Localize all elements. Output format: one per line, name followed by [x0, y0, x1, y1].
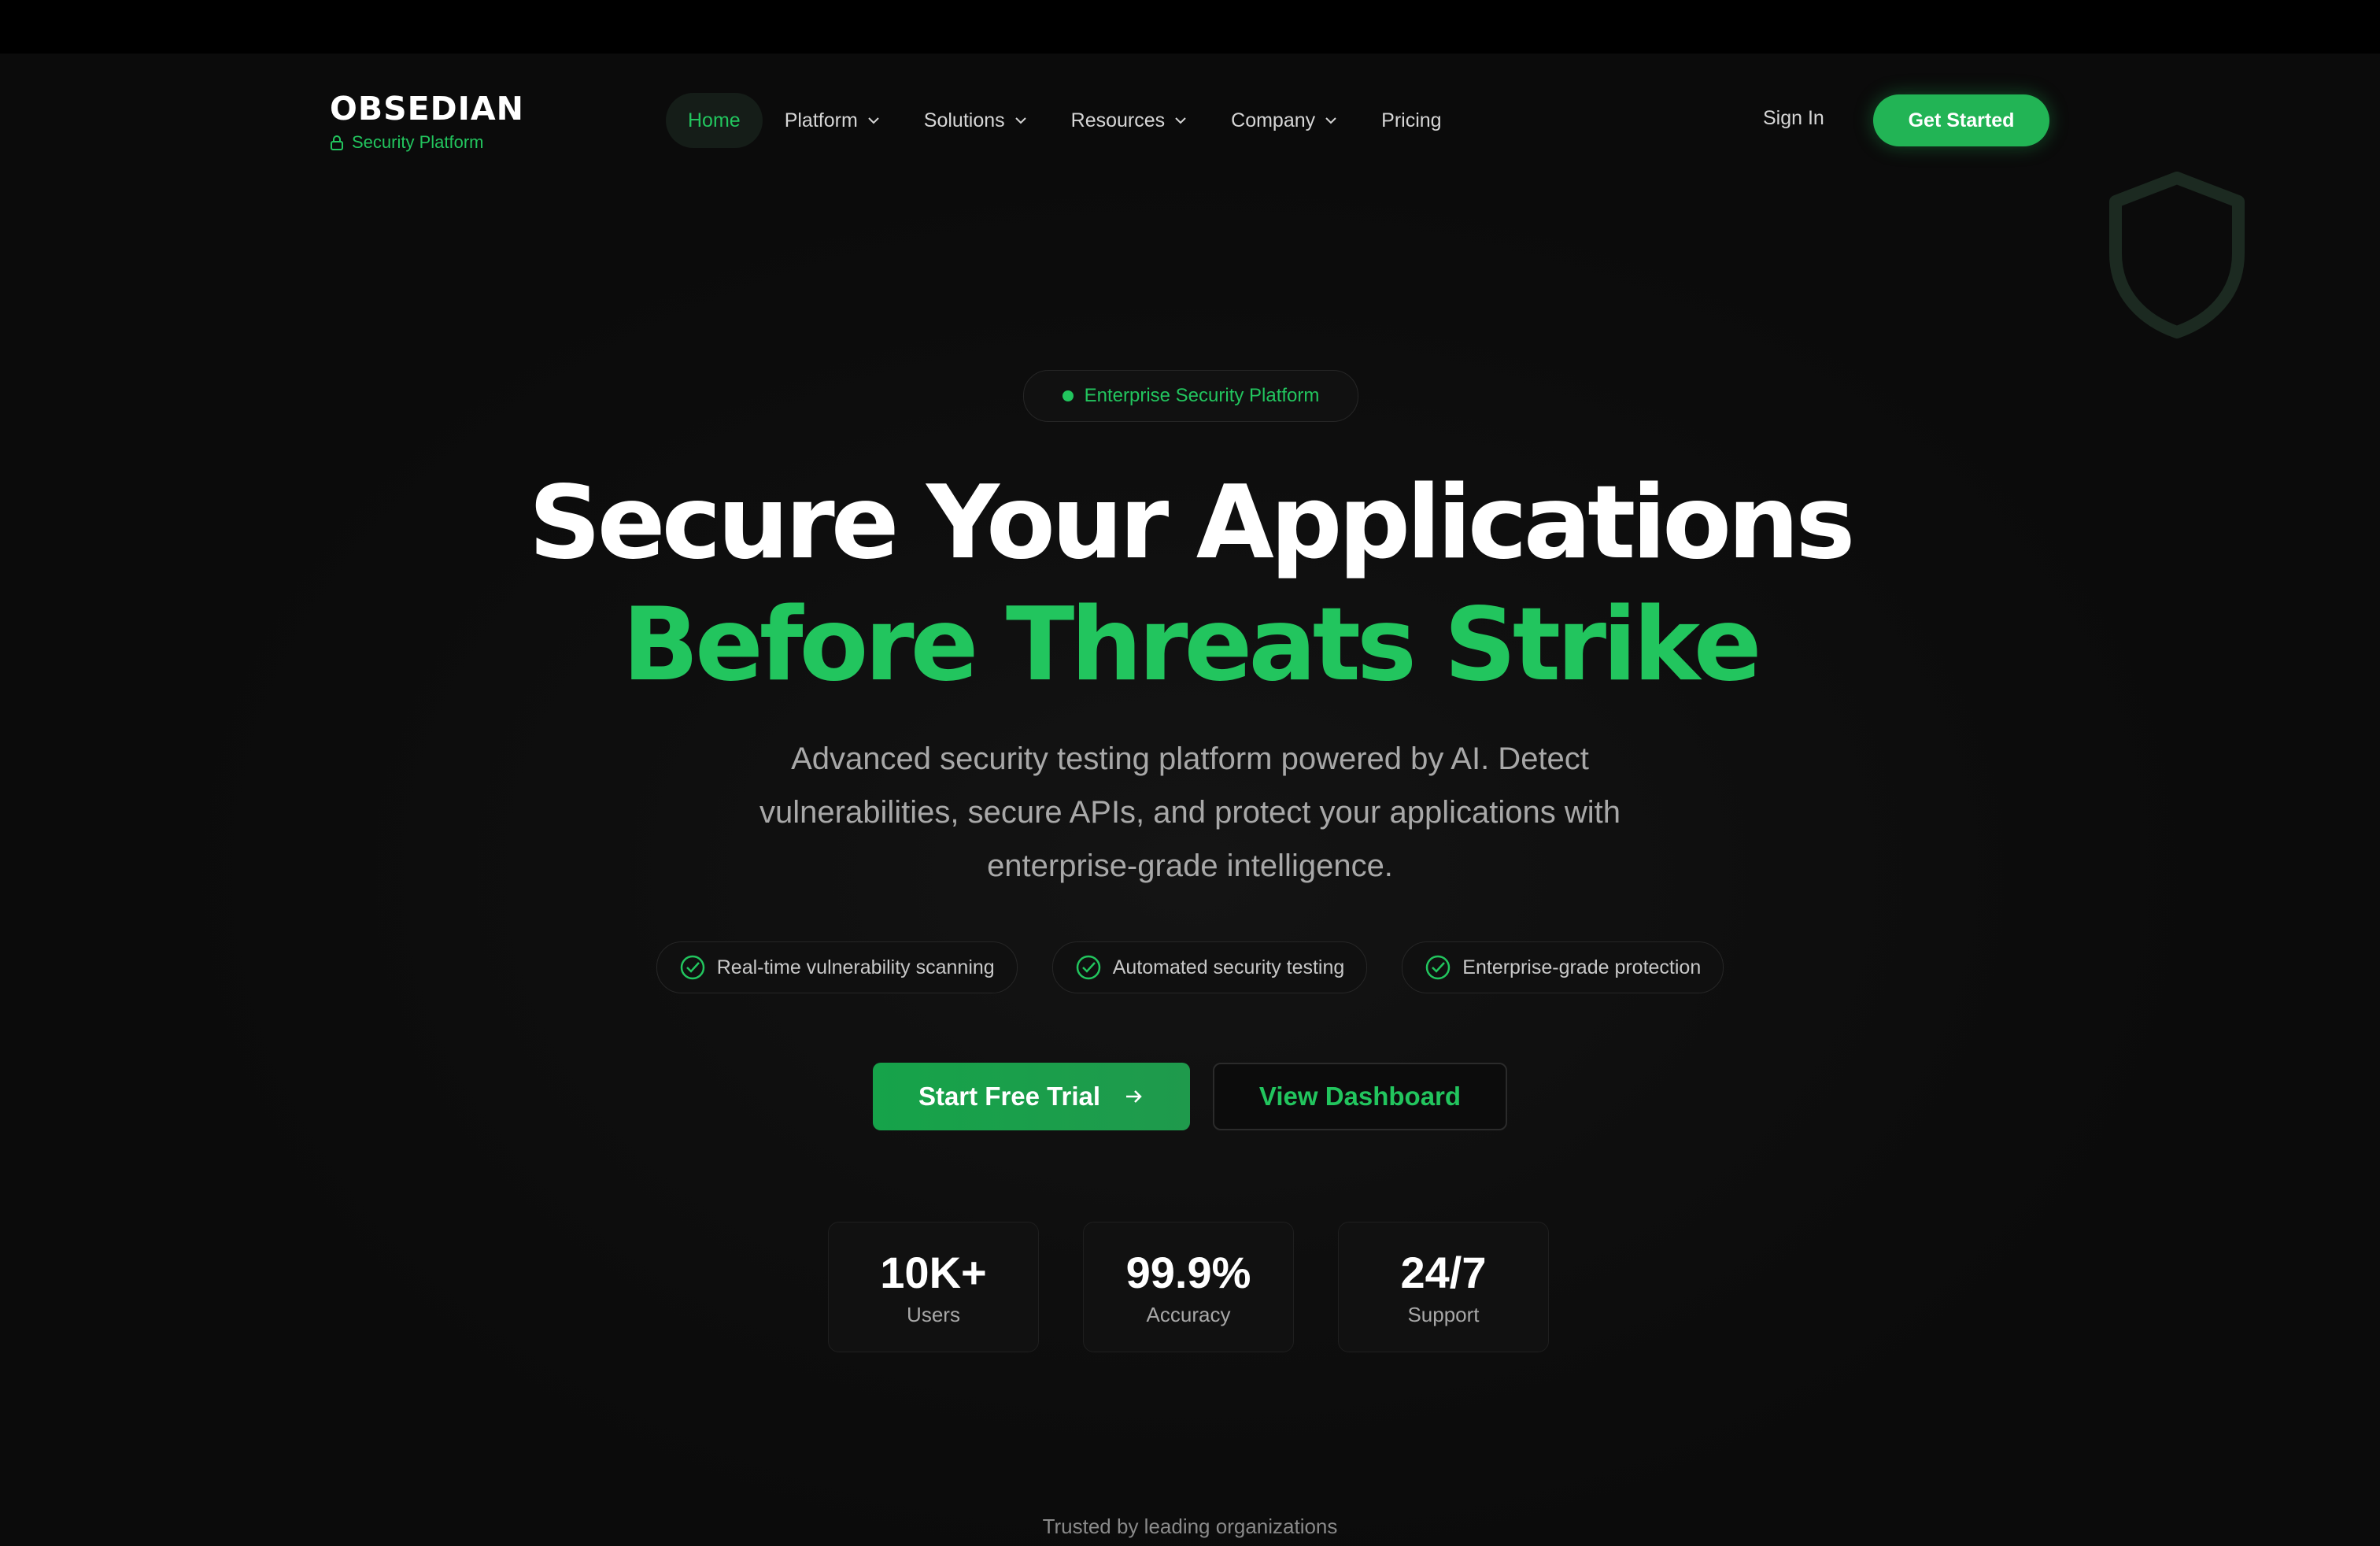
start-free-trial-button[interactable]: Start Free Trial: [873, 1063, 1190, 1130]
check-circle-icon: [1076, 955, 1100, 980]
nav-item-home[interactable]: Home: [666, 93, 763, 148]
brand-logo[interactable]: OBSEDIAN Security Platform: [330, 91, 524, 153]
feature-chip: Automated security testing: [1051, 941, 1368, 993]
stat-card: 99.9% Accuracy: [1083, 1222, 1294, 1352]
feature-chip: Real-time vulnerability scanning: [656, 941, 1018, 993]
stat-card: 10K+ Users: [828, 1222, 1039, 1352]
stat-label: Users: [907, 1302, 960, 1326]
hero-headline-line2: Before Threats Strike: [622, 586, 1761, 704]
chevron-down-icon: [1014, 117, 1026, 124]
brand-tagline-row: Security Platform: [330, 132, 524, 153]
browser-top-bar: [0, 0, 2380, 54]
nav-item-label: Home: [688, 109, 741, 131]
nav-item-platform[interactable]: Platform: [763, 93, 902, 148]
chevron-down-icon: [868, 117, 879, 124]
feature-chip: Enterprise-grade protection: [1402, 941, 1724, 993]
chevron-down-icon: [1175, 117, 1186, 124]
stat-label: Support: [1407, 1302, 1480, 1326]
nav-item-label: Company: [1231, 109, 1316, 131]
nav-item-pricing[interactable]: Pricing: [1359, 93, 1463, 148]
nav-item-solutions[interactable]: Solutions: [902, 93, 1049, 148]
check-circle-icon: [1426, 955, 1451, 980]
stat-value: 99.9%: [1125, 1247, 1251, 1297]
nav-item-resources[interactable]: Resources: [1049, 93, 1210, 148]
hero-badge: Enterprise Security Platform: [1023, 370, 1358, 422]
main-nav: Home Platform Solutions Resources Compan…: [666, 93, 1464, 148]
hero-subtext: Advanced security testing platform power…: [759, 742, 1621, 883]
start-free-trial-label: Start Free Trial: [918, 1082, 1101, 1111]
shield-icon: [2109, 172, 2245, 338]
hero-badge-label: Enterprise Security Platform: [1084, 385, 1320, 406]
check-circle-icon: [680, 955, 704, 980]
stat-value: 24/7: [1400, 1247, 1487, 1297]
nav-item-label: Platform: [784, 109, 858, 131]
feature-label: Real-time vulnerability scanning: [716, 956, 995, 978]
stat-value: 10K+: [880, 1247, 987, 1297]
feature-list: Real-time vulnerability scanning Automat…: [0, 941, 2380, 993]
feature-label: Enterprise-grade protection: [1462, 956, 1702, 978]
nav-item-company[interactable]: Company: [1209, 93, 1359, 148]
arrow-right-icon: [1126, 1090, 1142, 1103]
brand-name: OBSEDIAN: [330, 90, 524, 128]
get-started-button[interactable]: Get Started: [1873, 94, 2049, 146]
status-dot: [1062, 390, 1074, 401]
hero-headline-line1: Secure Your Applications: [528, 464, 1856, 582]
stat-card: 24/7 Support: [1338, 1222, 1549, 1352]
trusted-by-text: Trusted by leading organizations: [1042, 1515, 1338, 1538]
nav-item-label: Pricing: [1381, 109, 1442, 131]
nav-item-label: Resources: [1070, 109, 1166, 131]
feature-label: Automated security testing: [1112, 956, 1345, 978]
nav-item-label: Solutions: [923, 109, 1005, 131]
sign-in-link[interactable]: Sign In: [1763, 107, 1824, 130]
stats-row: 10K+ Users 99.9% Accuracy 24/7 Support: [828, 1222, 1549, 1352]
view-dashboard-button[interactable]: View Dashboard: [1213, 1063, 1507, 1130]
stat-label: Accuracy: [1146, 1302, 1231, 1326]
brand-tagline: Security Platform: [352, 132, 484, 152]
chevron-down-icon: [1325, 117, 1336, 124]
lock-icon: [331, 135, 343, 150]
